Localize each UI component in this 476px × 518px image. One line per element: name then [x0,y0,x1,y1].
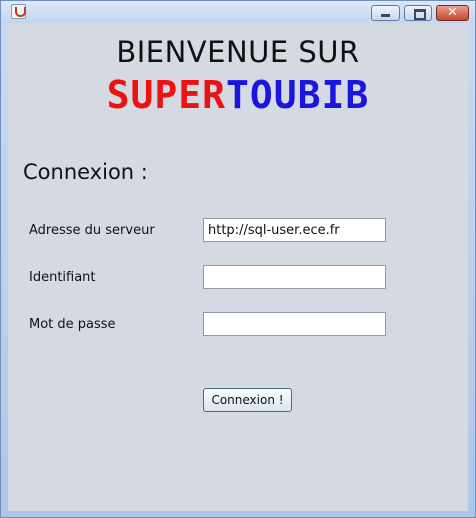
brand-title-part2: TOUBIB [226,73,370,117]
close-icon: ✕ [447,5,458,20]
brand-title-part1: SUPER [106,73,227,117]
content-panel: BIENVENUE SUR SUPERTOUBIB Connexion : Ad… [8,23,468,511]
password-label: Mot de passe [29,317,116,332]
title-bar[interactable]: ✕ [1,1,475,23]
server-address-label: Adresse du serveur [29,223,155,238]
server-address-input[interactable] [203,218,386,242]
welcome-heading: BIENVENUE SUR [116,35,360,69]
login-section-title: Connexion : [23,160,148,184]
maximize-button[interactable] [404,5,432,21]
brand-title: SUPERTOUBIB [8,73,468,117]
minimize-button[interactable] [371,5,400,21]
java-app-icon[interactable] [11,4,26,19]
password-input[interactable] [203,312,386,336]
connect-button[interactable]: Connexion ! [203,388,292,412]
username-label: Identifiant [29,270,96,285]
close-button[interactable]: ✕ [436,5,469,21]
username-input[interactable] [203,265,386,289]
app-window: ✕ BIENVENUE SUR SUPERTOUBIB Connexion : … [0,0,476,518]
